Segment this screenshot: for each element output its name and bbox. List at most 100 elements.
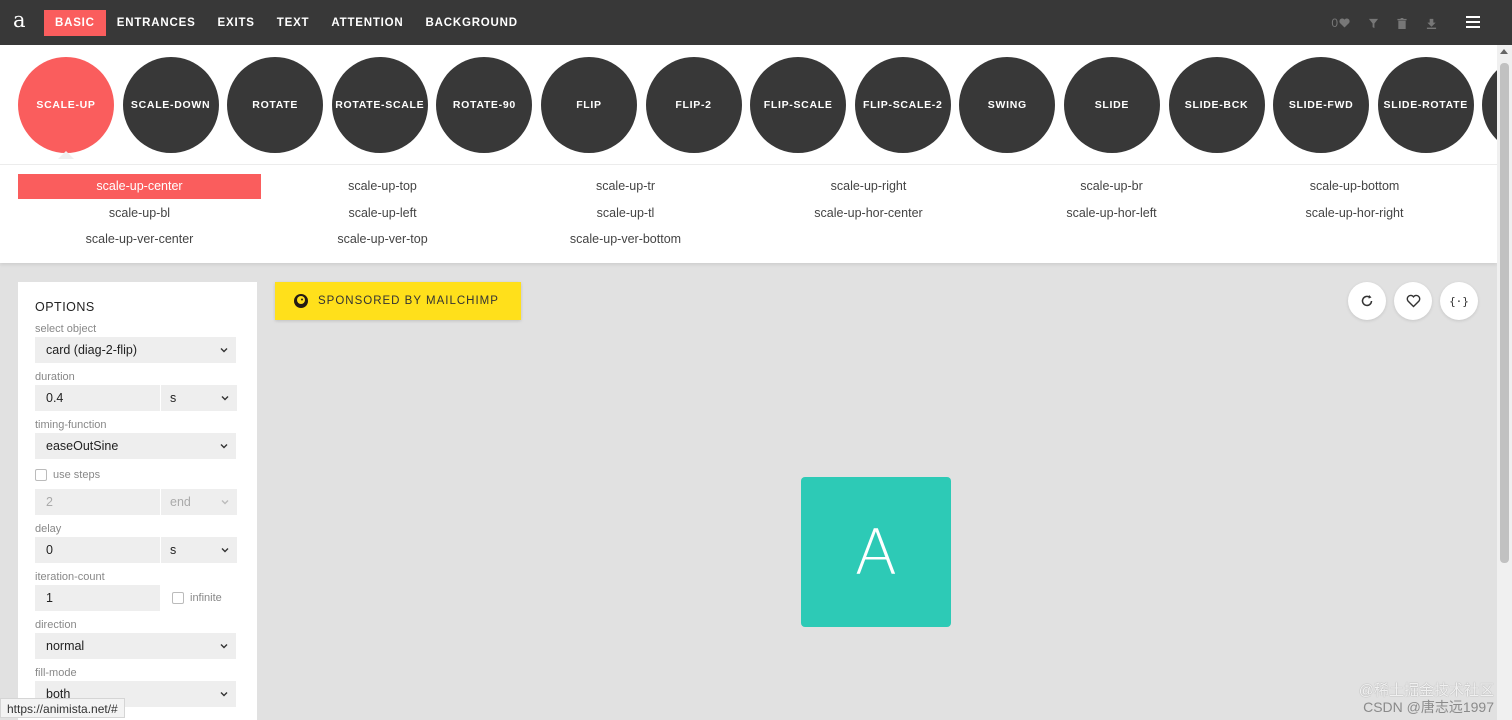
download-icon[interactable] (1422, 14, 1440, 32)
options-title: OPTIONS (35, 300, 95, 314)
select-object-label: select object (35, 323, 97, 335)
variant-list: scale-up-center scale-up-top scale-up-tr… (0, 165, 1497, 263)
variant-item[interactable]: scale-up-bl (18, 201, 261, 226)
code-icon: {·} (1449, 294, 1469, 308)
chevron-down-icon (221, 548, 229, 553)
variant-item[interactable]: scale-up-hor-left (990, 201, 1233, 226)
animation-rotate-90[interactable]: ROTATE-90 (436, 57, 533, 153)
steps-input[interactable]: 2 (35, 489, 160, 515)
animation-slide-bck[interactable]: SLIDE-BCK (1168, 57, 1265, 153)
variant-item[interactable]: scale-up-ver-top (261, 227, 504, 252)
variant-item[interactable]: scale-up-tl (504, 201, 747, 226)
animation-rotate-scale[interactable]: ROTATE-SCALE (331, 57, 428, 153)
variant-item[interactable]: scale-up-ver-center (18, 227, 261, 252)
infinite-checkbox[interactable] (172, 592, 184, 604)
timing-function-label: timing-function (35, 419, 107, 431)
animation-next-partial[interactable] (1482, 57, 1497, 153)
direction-label: direction (35, 619, 77, 631)
nav-attention[interactable]: ATTENTION (320, 10, 414, 36)
chevron-down-icon (220, 444, 228, 449)
select-object-value: card (diag-2-flip) (46, 343, 138, 357)
duration-unit-select[interactable]: s (161, 385, 237, 411)
animation-flip-scale-2[interactable]: FLIP-SCALE-2 (854, 57, 951, 153)
trash-icon[interactable] (1393, 14, 1411, 32)
steps-mode-select[interactable]: end (161, 489, 237, 515)
favorite-button[interactable] (1394, 282, 1432, 320)
variant-item[interactable]: scale-up-center (18, 174, 261, 199)
animation-flip-2[interactable]: FLIP-2 (645, 57, 742, 153)
heart-icon (1406, 294, 1420, 308)
use-steps-row: use steps (35, 466, 238, 484)
chevron-down-icon (220, 644, 228, 649)
chevron-down-icon (220, 692, 228, 697)
use-steps-checkbox[interactable] (35, 469, 47, 481)
nav-basic[interactable]: BASIC (44, 10, 106, 36)
scroll-up-arrow[interactable] (1500, 49, 1508, 54)
toolbar: 0 (1331, 14, 1440, 32)
animation-scale-up[interactable]: SCALE-UP (18, 57, 114, 153)
top-nav-bar: a BASIC ENTRANCES EXITS TEXT ATTENTION B… (0, 0, 1512, 45)
variant-item[interactable]: scale-up-right (747, 174, 990, 199)
animation-scale-down[interactable]: SCALE-DOWN (122, 57, 219, 153)
watermark-line-2: CSDN @唐志远1997 (1363, 699, 1494, 715)
filter-icon[interactable] (1364, 14, 1382, 32)
variant-item[interactable]: scale-up-bottom (1233, 174, 1476, 199)
sponsor-banner[interactable]: SPONSORED BY MAILCHIMP (275, 282, 521, 320)
chevron-down-icon (221, 500, 229, 505)
variant-item[interactable]: scale-up-top (261, 174, 504, 199)
infinite-label: infinite (190, 592, 222, 604)
variant-item[interactable]: scale-up-hor-right (1233, 201, 1476, 226)
chevron-down-icon (221, 396, 229, 401)
category-nav: BASIC ENTRANCES EXITS TEXT ATTENTION BAC… (44, 10, 529, 36)
duration-label: duration (35, 371, 75, 383)
direction-dropdown[interactable]: normal (35, 633, 236, 659)
nav-background[interactable]: BACKGROUND (415, 10, 529, 36)
duration-input[interactable]: 0.4 (35, 385, 160, 411)
sponsor-text: SPONSORED BY MAILCHIMP (318, 295, 499, 307)
animation-swing[interactable]: SWING (959, 57, 1056, 153)
iteration-count-input[interactable]: 1 (35, 585, 160, 611)
browser-status-url: https://animista.net/# (0, 698, 125, 718)
animation-rotate[interactable]: ROTATE (227, 57, 324, 153)
use-steps-label: use steps (53, 469, 101, 481)
variant-item[interactable]: scale-up-br (990, 174, 1233, 199)
variant-item[interactable]: scale-up-left (261, 201, 504, 226)
favorites-count: 0 (1331, 16, 1338, 30)
heart-icon[interactable] (1339, 18, 1350, 28)
animation-category-strip: SCALE-UP SCALE-DOWN ROTATE ROTATE-SCALE … (0, 45, 1497, 165)
infinite-option: infinite (172, 585, 222, 611)
scrollbar-thumb[interactable] (1500, 63, 1509, 563)
animation-slide[interactable]: SLIDE (1063, 57, 1160, 153)
delay-unit-value: s (170, 543, 177, 557)
selection-pointer (58, 151, 74, 159)
mailchimp-icon (294, 294, 308, 308)
variant-item[interactable]: scale-up-tr (504, 174, 747, 199)
nav-exits[interactable]: EXITS (207, 10, 266, 36)
delay-input[interactable]: 0 (35, 537, 160, 563)
select-object-dropdown[interactable]: card (diag-2-flip) (35, 337, 236, 363)
animation-flip[interactable]: FLIP (540, 57, 637, 153)
page-scrollbar[interactable] (1497, 45, 1512, 720)
animation-slide-rotate[interactable]: SLIDE-ROTATE (1377, 57, 1474, 153)
delay-unit-select[interactable]: s (161, 537, 237, 563)
direction-value: normal (46, 639, 85, 653)
timing-function-value: easeOutSine (46, 439, 119, 453)
chevron-down-icon (220, 348, 228, 353)
delay-label: delay (35, 523, 62, 535)
nav-text[interactable]: TEXT (266, 10, 321, 36)
timing-function-dropdown[interactable]: easeOutSine (35, 433, 236, 459)
steps-mode-value: end (170, 495, 191, 509)
replay-icon (1361, 295, 1373, 307)
fill-mode-label: fill-mode (35, 667, 77, 679)
hamburger-menu-icon[interactable] (1466, 16, 1480, 29)
variant-item[interactable]: scale-up-hor-center (747, 201, 990, 226)
replay-button[interactable] (1348, 282, 1386, 320)
animation-slide-fwd[interactable]: SLIDE-FWD (1273, 57, 1370, 153)
nav-entrances[interactable]: ENTRANCES (106, 10, 207, 36)
variant-item[interactable]: scale-up-ver-bottom (504, 227, 747, 252)
preview-card: A (801, 477, 951, 627)
code-button[interactable]: {·} (1440, 282, 1478, 320)
animista-logo[interactable]: a (13, 8, 26, 32)
animation-flip-scale[interactable]: FLIP-SCALE (750, 57, 847, 153)
iteration-count-label: iteration-count (35, 571, 105, 583)
